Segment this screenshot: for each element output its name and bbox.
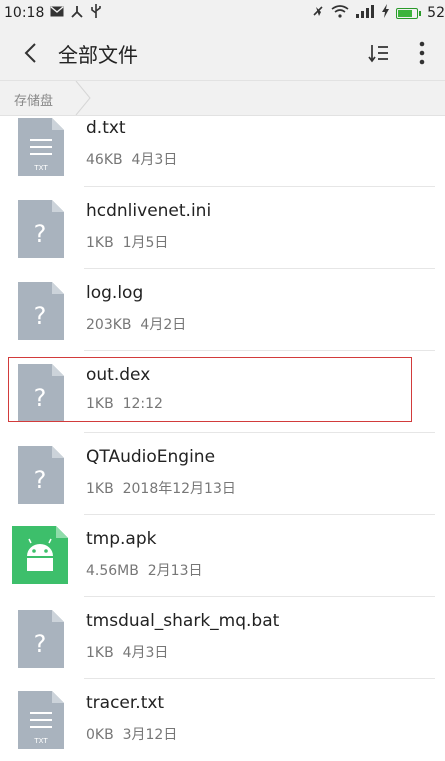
more-button[interactable]: [407, 36, 437, 70]
svg-text:?: ?: [34, 220, 47, 248]
svg-text:?: ?: [34, 302, 47, 330]
list-item[interactable]: tmp.apk 4.56MB 2月13日: [0, 515, 445, 597]
usb-icon: [90, 4, 102, 22]
file-name: tracer.txt: [86, 693, 165, 713]
unknown-file-icon: ?: [18, 282, 64, 340]
svg-text:?: ?: [34, 630, 47, 658]
unknown-file-icon: ?: [18, 200, 64, 258]
breadcrumb-chevron-icon: [75, 81, 91, 115]
page-title: 全部文件: [58, 42, 138, 67]
list-item[interactable]: TXT d.txt 46KB 4月3日: [0, 116, 445, 198]
svg-text:TXT: TXT: [33, 737, 48, 745]
breadcrumb-item-storage[interactable]: 存储盘: [14, 90, 53, 109]
mail-icon: [50, 5, 64, 21]
list-item[interactable]: ? log.log 203KB 4月2日: [0, 269, 445, 351]
file-name: log.log: [86, 283, 144, 303]
file-meta: 1KB 2018年12月13日: [86, 478, 236, 498]
file-size: 4.56MB: [86, 563, 139, 579]
list-item[interactable]: TXT tracer.txt 0KB 3月12日: [0, 679, 445, 761]
file-date: 2月13日: [147, 563, 203, 579]
back-button[interactable]: [8, 31, 52, 75]
file-meta: 4.56MB 2月13日: [86, 560, 203, 580]
file-date: 3月12日: [122, 727, 178, 743]
more-vertical-icon: [419, 41, 425, 65]
list-item[interactable]: ? tmsdual_shark_mq.bat 1KB 4月3日: [0, 597, 445, 679]
file-date: 4月3日: [122, 645, 169, 661]
mute-icon: [311, 4, 325, 22]
app-bar: 全部文件: [0, 26, 445, 80]
charging-icon: [381, 4, 390, 22]
file-size: 1KB: [86, 481, 114, 497]
sort-icon: [368, 45, 388, 63]
list-item[interactable]: ? QTAudioEngine 1KB 2018年12月13日: [0, 433, 445, 515]
file-date: 4月2日: [140, 317, 187, 333]
file-date: 1月5日: [122, 235, 169, 251]
file-name: hcdnlivenet.ini: [86, 201, 212, 221]
file-size: 203KB: [86, 317, 132, 333]
status-right: 52: [311, 0, 445, 26]
file-meta: 46KB 4月3日: [86, 149, 177, 169]
svg-text:?: ?: [34, 466, 47, 494]
file-meta: 0KB 3月12日: [86, 724, 177, 744]
file-name: tmsdual_shark_mq.bat: [86, 611, 280, 631]
file-date: 4月3日: [131, 152, 178, 168]
status-left: 10:18: [0, 4, 102, 22]
battery-cap: [419, 10, 422, 16]
unknown-file-icon: ?: [18, 446, 64, 504]
file-name: QTAudioEngine: [86, 447, 216, 467]
file-date: 2018年12月13日: [122, 481, 236, 497]
txt-file-icon: TXT: [18, 691, 64, 749]
file-size: 46KB: [86, 152, 123, 168]
sort-button[interactable]: [361, 36, 395, 70]
unknown-file-icon: ?: [18, 610, 64, 668]
file-size: 1KB: [86, 645, 114, 661]
usb-debug-icon: [70, 5, 84, 22]
svg-text:TXT: TXT: [33, 164, 48, 172]
file-size: 0KB: [86, 727, 114, 743]
status-bar: 10:18 52: [0, 0, 445, 26]
file-size: 1KB: [86, 235, 114, 251]
list-item[interactable]: ? hcdnlivenet.ini 1KB 1月5日: [0, 187, 445, 269]
file-name: tmp.apk: [86, 529, 157, 549]
battery-level: 52: [427, 5, 445, 21]
file-name: d.txt: [86, 118, 126, 138]
txt-file-icon: TXT: [18, 118, 64, 176]
breadcrumb: 存储盘: [0, 80, 445, 116]
file-meta: 1KB 1月5日: [86, 232, 168, 252]
status-time: 10:18: [4, 5, 45, 21]
file-meta: 203KB 4月2日: [86, 314, 186, 334]
battery-icon: [396, 7, 419, 19]
file-meta: 1KB 4月3日: [86, 642, 168, 662]
android-apk-icon: [12, 526, 68, 584]
wifi-icon: [331, 4, 349, 22]
selection-highlight: [8, 357, 412, 422]
signal-icon: [355, 4, 375, 22]
back-arrow-icon: [24, 43, 36, 63]
